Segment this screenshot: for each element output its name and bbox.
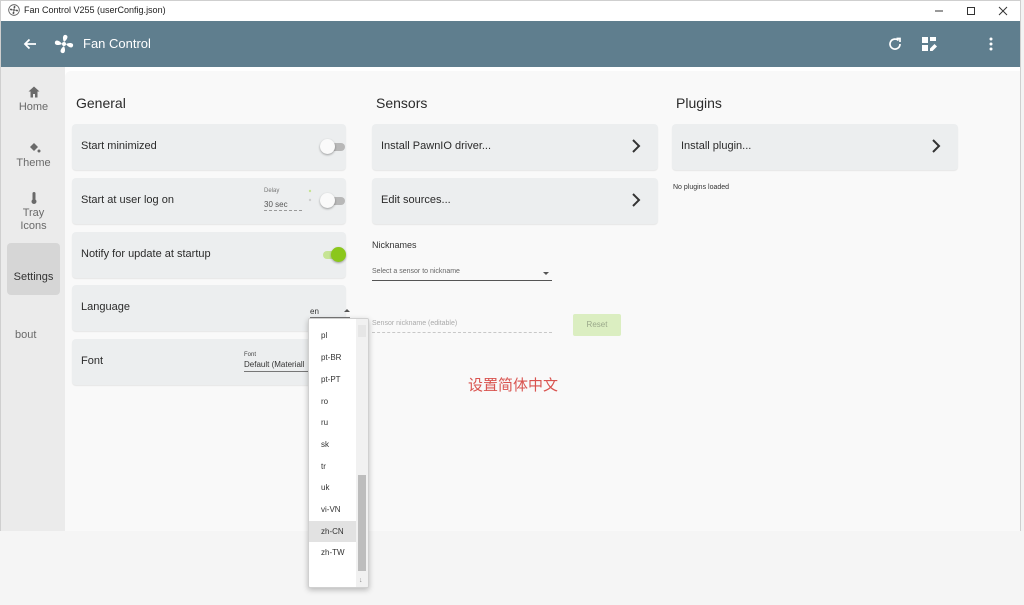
start-logon-label: Start at user log on [81, 194, 174, 206]
chevron-up-icon[interactable] [344, 309, 350, 312]
thermometer-icon [31, 192, 36, 204]
sensors-title: Sensors [376, 95, 428, 111]
language-option[interactable]: ro [309, 391, 357, 412]
notify-update-toggle[interactable] [320, 245, 346, 265]
edit-sources-card[interactable]: Edit sources... [372, 178, 658, 224]
more-vert-icon[interactable] [982, 35, 1000, 53]
language-card: Language en [72, 285, 350, 331]
language-select[interactable]: en [310, 307, 319, 316]
scroll-down-icon[interactable]: ↓ [359, 577, 366, 584]
nav-item-theme[interactable]: Theme [7, 141, 60, 169]
annotation-text: 设置简体中文 [468, 376, 559, 394]
language-dropdown: pl pt-BR pt-PT ro ru sk tr uk vi-VN zh-C… [308, 318, 369, 588]
nickname-sensor-select[interactable]: Select a sensor to nickname [372, 267, 552, 281]
settings-content: General Start minimized Start at user lo… [65, 71, 1020, 531]
maximize-icon [967, 7, 975, 15]
nickname-input[interactable]: Sensor nickname (editable) [372, 317, 552, 333]
nav-label-theme: Theme [16, 157, 51, 169]
nav-label-tray-icons: Tray Icons [20, 207, 47, 232]
start-logon-card[interactable]: Start at user log on Delay 30 sec [72, 178, 346, 224]
language-option[interactable]: tr [309, 456, 357, 477]
chevron-down-icon [543, 272, 549, 275]
start-minimized-card[interactable]: Start minimized [72, 124, 346, 170]
plugins-status: No plugins loaded [673, 184, 730, 191]
fan-logo-icon [54, 34, 74, 54]
minimize-button[interactable] [923, 1, 955, 21]
delay-spinner-icon[interactable] [308, 188, 312, 204]
chevron-right-icon [932, 139, 941, 153]
dropdown-scrollbar[interactable]: ↓ [356, 319, 368, 587]
plugins-title: Plugins [676, 95, 722, 111]
nav-label-about: bout [15, 329, 37, 341]
scrollbar-top-handle [358, 325, 366, 337]
window-title: Fan Control V255 (userConfig.json) [24, 5, 166, 15]
app-title: Fan Control [83, 36, 151, 51]
chevron-right-icon [632, 139, 641, 153]
chevron-right-icon [632, 193, 641, 207]
nav-item-home[interactable]: Home [7, 85, 60, 113]
nav-item-settings[interactable]: Settings [7, 243, 60, 295]
paint-bucket-icon [29, 143, 40, 153]
install-pawnio-card[interactable]: Install PawnIO driver... [372, 124, 658, 170]
dashboard-edit-icon[interactable] [920, 35, 938, 53]
start-logon-toggle[interactable] [320, 191, 346, 211]
language-option[interactable]: uk [309, 477, 357, 498]
delay-input[interactable]: 30 sec [264, 200, 302, 211]
install-plugin-card[interactable]: Install plugin... [672, 124, 958, 170]
install-pawnio-label: Install PawnIO driver... [381, 140, 492, 152]
language-option[interactable]: pt-PT [309, 369, 357, 390]
close-icon [998, 6, 1008, 16]
language-option[interactable]: zh-TW [309, 542, 357, 563]
delay-label: Delay [264, 188, 280, 194]
home-icon [28, 86, 39, 98]
font-select-underline [244, 371, 310, 372]
language-option[interactable]: vi-VN [309, 499, 357, 520]
nav-label-settings: Settings [13, 271, 54, 283]
edit-sources-label: Edit sources... [381, 194, 451, 206]
nav-item-tray-icons[interactable]: Tray Icons [7, 191, 60, 233]
scrollbar-thumb[interactable] [358, 475, 366, 571]
back-arrow-icon[interactable] [21, 35, 39, 53]
reset-button[interactable]: Reset [573, 314, 621, 336]
desktop-background [0, 531, 1024, 605]
nav-item-about[interactable]: bout [15, 329, 55, 341]
font-card: Font Font Default (Materiall [72, 339, 346, 385]
app-bar: Fan Control [1, 21, 1020, 67]
nickname-input-placeholder: Sensor nickname (editable) [372, 320, 458, 327]
language-option[interactable]: pl [309, 325, 357, 346]
font-label: Font [81, 355, 104, 367]
font-field-label: Font [244, 352, 257, 358]
install-plugin-label: Install plugin... [681, 140, 752, 152]
title-bar: Fan Control V255 (userConfig.json) [1, 1, 1020, 21]
nav-label-home: Home [18, 101, 49, 113]
minimize-icon [935, 10, 943, 12]
language-option[interactable]: pt-BR [309, 347, 357, 368]
language-option[interactable]: ru [309, 412, 357, 433]
notify-update-card[interactable]: Notify for update at startup [72, 232, 346, 278]
start-minimized-label: Start minimized [81, 140, 157, 152]
language-label: Language [81, 301, 130, 313]
close-button[interactable] [987, 1, 1019, 21]
notify-update-label: Notify for update at startup [81, 248, 211, 260]
language-option-highlighted[interactable]: zh-CN [309, 521, 357, 542]
start-minimized-toggle[interactable] [320, 137, 346, 157]
nicknames-title: Nicknames [372, 240, 417, 250]
refresh-icon[interactable] [886, 35, 904, 53]
maximize-button[interactable] [955, 1, 987, 21]
general-title: General [76, 95, 126, 111]
nickname-sensor-placeholder: Select a sensor to nickname [372, 268, 460, 275]
nav-rail: Home Theme Tray Icons Settings bout [1, 67, 65, 531]
fan-app-icon [8, 4, 20, 16]
font-select[interactable]: Default (Materiall [244, 360, 310, 369]
app-window: Fan Control V255 (userConfig.json) Fan C… [0, 0, 1021, 531]
language-option[interactable]: sk [309, 434, 357, 455]
